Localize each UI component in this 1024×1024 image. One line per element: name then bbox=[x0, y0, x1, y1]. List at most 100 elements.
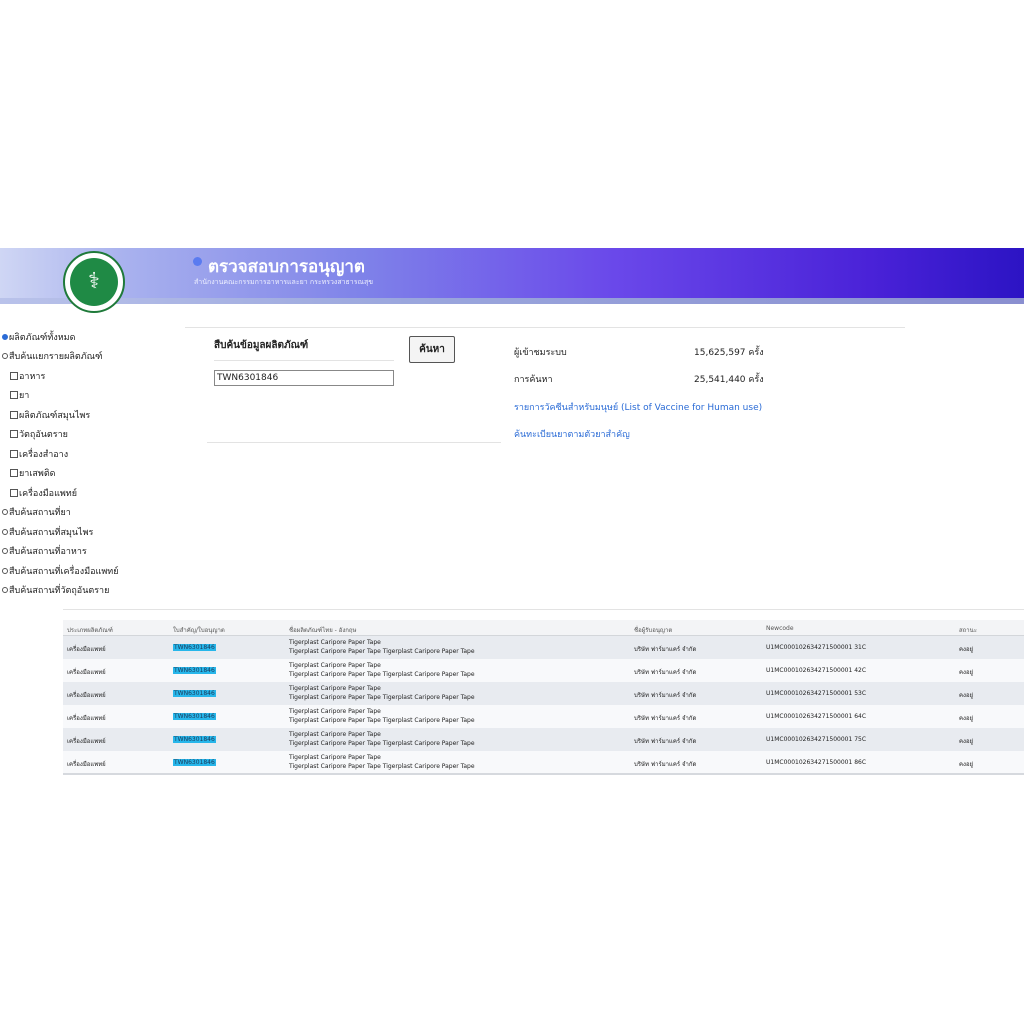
cell-status: คงอยู่ bbox=[959, 761, 974, 768]
filter-food-place[interactable]: สืบค้นสถานที่อาหาร bbox=[2, 544, 87, 558]
cell-newcode: U1MC000102634271500001 42C bbox=[766, 667, 867, 674]
caduceus-icon: ⚕ bbox=[70, 258, 118, 306]
header-newcode[interactable]: Newcode bbox=[766, 625, 794, 632]
filter-label: สืบค้นสถานที่เครื่องมือแพทย์ bbox=[9, 567, 119, 577]
radio-icon[interactable] bbox=[2, 568, 8, 574]
table-row[interactable]: เครื่องมือแพทย์ TWN6301846 Tigerplast Ca… bbox=[63, 636, 1024, 660]
cell-license[interactable]: TWN6301846 bbox=[173, 759, 216, 766]
filter-label: อาหาร bbox=[19, 372, 46, 382]
cell-status: คงอยู่ bbox=[959, 669, 974, 676]
cell-newcode: U1MC000102634271500001 31C bbox=[766, 644, 867, 651]
cell-name-en: Tigerplast Caripore Paper Tape Tigerplas… bbox=[289, 717, 475, 724]
panel-top-divider bbox=[185, 327, 905, 328]
search-input[interactable] bbox=[214, 370, 394, 386]
filter-label: ผลิตภัณฑ์สมุนไพร bbox=[19, 411, 91, 421]
filter-by-product[interactable]: สืบค้นแยกรายผลิตภัณฑ์ bbox=[2, 349, 102, 363]
checkbox-icon[interactable] bbox=[10, 411, 18, 419]
header-name[interactable]: ชื่อผลิตภัณฑ์ไทย - อังกฤษ bbox=[289, 625, 357, 635]
checkbox-icon[interactable] bbox=[10, 450, 18, 458]
cell-name-th: Tigerplast Caripore Paper Tape bbox=[289, 685, 381, 692]
radio-icon[interactable] bbox=[2, 509, 8, 515]
cell-name-en: Tigerplast Caripore Paper Tape Tigerplas… bbox=[289, 671, 475, 678]
filter-medical-device[interactable]: เครื่องมือแพทย์ bbox=[10, 486, 77, 500]
filter-drug-place[interactable]: สืบค้นสถานที่ยา bbox=[2, 505, 71, 519]
filter-food[interactable]: อาหาร bbox=[10, 369, 45, 383]
header-licensee[interactable]: ชื่อผู้รับอนุญาต bbox=[634, 625, 672, 635]
filter-cosmetic[interactable]: เครื่องสำอาง bbox=[10, 447, 68, 461]
table-row[interactable]: เครื่องมือแพทย์ TWN6301846 Tigerplast Ca… bbox=[63, 728, 1024, 752]
filter-label: สืบค้นสถานที่อาหาร bbox=[9, 547, 87, 557]
filter-label: วัตถุอันตราย bbox=[19, 430, 68, 440]
moph-logo-icon[interactable]: ⚕ bbox=[63, 251, 125, 313]
header-status[interactable]: สถานะ bbox=[959, 625, 977, 635]
header-type[interactable]: ประเภทผลิตภัณฑ์ bbox=[67, 625, 113, 635]
filter-all-products[interactable]: ผลิตภัณฑ์ทั้งหมด bbox=[2, 330, 75, 344]
filter-label: สืบค้นสถานที่สมุนไพร bbox=[9, 528, 94, 538]
cell-type: เครื่องมือแพทย์ bbox=[67, 715, 106, 722]
checkbox-icon[interactable] bbox=[10, 391, 18, 399]
table-row[interactable]: เครื่องมือแพทย์ TWN6301846 Tigerplast Ca… bbox=[63, 682, 1024, 706]
filter-label: ยาเสพติด bbox=[19, 469, 56, 479]
cell-name-th: Tigerplast Caripore Paper Tape bbox=[289, 708, 381, 715]
header-license[interactable]: ใบสำคัญ/ใบอนุญาต bbox=[173, 625, 225, 635]
cell-newcode: U1MC000102634271500001 64C bbox=[766, 713, 867, 720]
cell-type: เครื่องมือแพทย์ bbox=[67, 646, 106, 653]
cell-name-en: Tigerplast Caripore Paper Tape Tigerplas… bbox=[289, 740, 475, 747]
cell-license[interactable]: TWN6301846 bbox=[173, 736, 216, 743]
radio-icon[interactable] bbox=[2, 529, 8, 535]
header-banner bbox=[0, 248, 1024, 298]
vaccine-list-link[interactable]: รายการวัคซีนสำหรับมนุษย์ (List of Vaccin… bbox=[514, 400, 762, 414]
cell-licensee: บริษัท ฟาร์มาแคร์ จำกัด bbox=[634, 715, 697, 722]
filter-herbal[interactable]: ผลิตภัณฑ์สมุนไพร bbox=[10, 408, 90, 422]
checkbox-icon[interactable] bbox=[10, 372, 18, 380]
checkbox-icon[interactable] bbox=[10, 469, 18, 477]
page-subtitle: สำนักงานคณะกรรมการอาหารและยา กระทรวงสาธา… bbox=[194, 278, 374, 286]
cell-newcode: U1MC000102634271500001 86C bbox=[766, 759, 867, 766]
cell-license[interactable]: TWN6301846 bbox=[173, 667, 216, 674]
cell-license[interactable]: TWN6301846 bbox=[173, 713, 216, 720]
drug-search-link[interactable]: ค้นทะเบียนยาตามตัวยาสำคัญ bbox=[514, 427, 630, 441]
table-header: ประเภทผลิตภัณฑ์ ใบสำคัญ/ใบอนุญาต ชื่อผลิ… bbox=[63, 620, 1024, 636]
table-top-divider bbox=[63, 609, 1024, 610]
search-panel-divider bbox=[207, 442, 501, 443]
cell-type: เครื่องมือแพทย์ bbox=[67, 692, 106, 699]
cell-status: คงอยู่ bbox=[959, 692, 974, 699]
radio-icon[interactable] bbox=[2, 353, 8, 359]
cell-name-en: Tigerplast Caripore Paper Tape Tigerplas… bbox=[289, 648, 475, 655]
header-stripe bbox=[0, 298, 1024, 304]
cell-name-th: Tigerplast Caripore Paper Tape bbox=[289, 731, 381, 738]
cell-licensee: บริษัท ฟาร์มาแคร์ จำกัด bbox=[634, 692, 697, 699]
table-row[interactable]: เครื่องมือแพทย์ TWN6301846 Tigerplast Ca… bbox=[63, 659, 1024, 683]
cell-type: เครื่องมือแพทย์ bbox=[67, 738, 106, 745]
table-row[interactable]: เครื่องมือแพทย์ TWN6301846 Tigerplast Ca… bbox=[63, 751, 1024, 775]
filter-device-place[interactable]: สืบค้นสถานที่เครื่องมือแพทย์ bbox=[2, 564, 118, 578]
radio-icon[interactable] bbox=[2, 334, 8, 340]
filter-drug[interactable]: ยา bbox=[10, 388, 29, 402]
radio-icon[interactable] bbox=[2, 587, 8, 593]
filter-herbal-place[interactable]: สืบค้นสถานที่สมุนไพร bbox=[2, 525, 93, 539]
visitors-value: 15,625,597 ครั้ง bbox=[694, 348, 764, 358]
cell-licensee: บริษัท ฟาร์มาแคร์ จำกัด bbox=[634, 669, 697, 676]
filter-hazardous-place[interactable]: สืบค้นสถานที่วัตถุอันตราย bbox=[2, 583, 109, 597]
filter-narcotic[interactable]: ยาเสพติด bbox=[10, 466, 56, 480]
search-button[interactable]: ค้นหา bbox=[409, 336, 455, 363]
filter-hazardous[interactable]: วัตถุอันตราย bbox=[10, 427, 68, 441]
cell-newcode: U1MC000102634271500001 53C bbox=[766, 690, 867, 697]
cell-status: คงอยู่ bbox=[959, 646, 974, 653]
checkbox-icon[interactable] bbox=[10, 489, 18, 497]
searches-value: 25,541,440 ครั้ง bbox=[694, 375, 764, 385]
filter-label: เครื่องสำอาง bbox=[19, 450, 69, 460]
page-title: ตรวจสอบการอนุญาต bbox=[208, 257, 365, 277]
cell-newcode: U1MC000102634271500001 75C bbox=[766, 736, 867, 743]
filter-label: สืบค้นสถานที่ยา bbox=[9, 508, 71, 518]
cell-type: เครื่องมือแพทย์ bbox=[67, 761, 106, 768]
checkbox-icon[interactable] bbox=[10, 430, 18, 438]
radio-icon[interactable] bbox=[2, 548, 8, 554]
searches-label: การค้นหา bbox=[514, 375, 553, 385]
cell-license[interactable]: TWN6301846 bbox=[173, 644, 216, 651]
cell-name-en: Tigerplast Caripore Paper Tape Tigerplas… bbox=[289, 694, 475, 701]
cell-license[interactable]: TWN6301846 bbox=[173, 690, 216, 697]
table-row[interactable]: เครื่องมือแพทย์ TWN6301846 Tigerplast Ca… bbox=[63, 705, 1024, 729]
cell-name-en: Tigerplast Caripore Paper Tape Tigerplas… bbox=[289, 763, 475, 770]
cell-type: เครื่องมือแพทย์ bbox=[67, 669, 106, 676]
